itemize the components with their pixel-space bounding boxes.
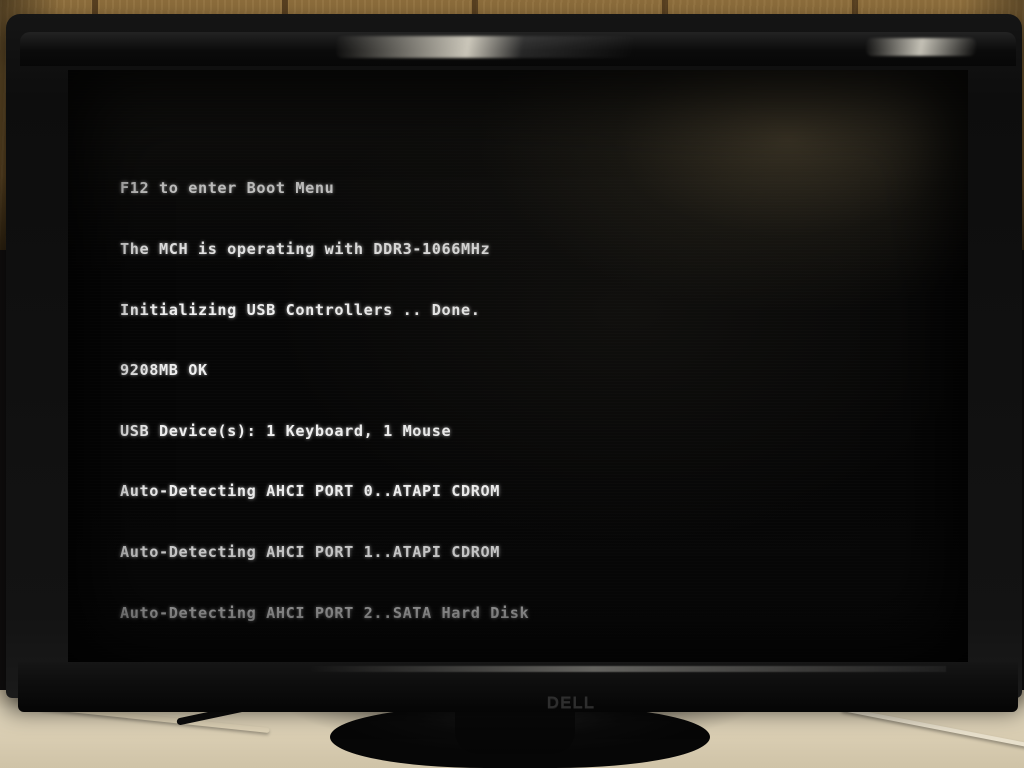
monitor-body: F12 to enter Boot Menu The MCH is operat… xyxy=(6,14,1022,712)
bottom-bezel-highlight xyxy=(306,666,946,672)
bezel-reflection-highlight xyxy=(336,36,636,58)
photo-scene: F12 to enter Boot Menu The MCH is operat… xyxy=(0,0,1024,768)
monitor-screen: F12 to enter Boot Menu The MCH is operat… xyxy=(68,70,968,664)
dell-logo: DELL xyxy=(546,693,596,712)
post-line: USB Device(s): 1 Keyboard, 1 Mouse xyxy=(120,421,452,440)
post-line: Auto-Detecting AHCI PORT 1..ATAPI CDROM xyxy=(120,542,501,561)
bios-post-text: F12 to enter Boot Menu The MCH is operat… xyxy=(120,138,930,664)
post-line: Auto-Detecting AHCI PORT 2..SATA Hard Di… xyxy=(120,603,530,622)
post-line: The MCH is operating with DDR3-1066MHz xyxy=(120,240,491,258)
post-line: Auto-Detecting AHCI PORT 0..ATAPI CDROM xyxy=(120,482,501,501)
post-line: F12 to enter Boot Menu xyxy=(120,179,335,198)
post-line: 9208MB OK xyxy=(120,361,208,380)
bezel-reflection-highlight-right xyxy=(866,38,976,56)
post-line: Initializing USB Controllers .. Done. xyxy=(120,300,481,319)
